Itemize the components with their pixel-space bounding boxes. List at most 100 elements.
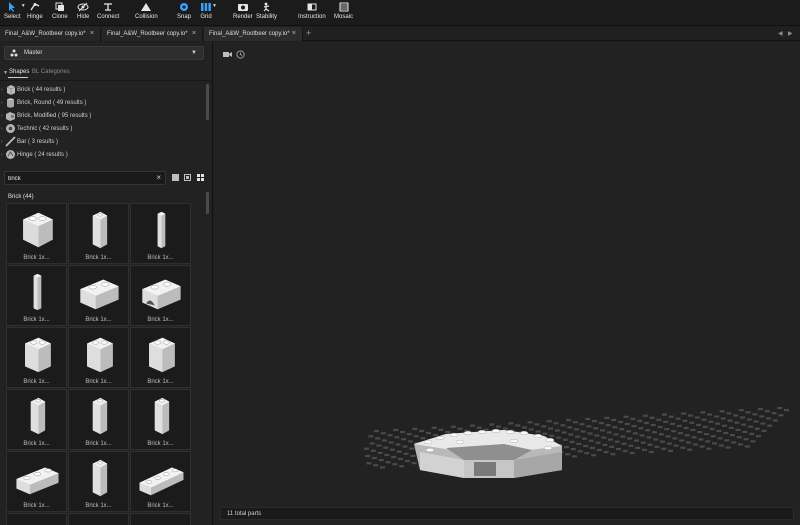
- close-icon[interactable]: ×: [90, 30, 94, 38]
- baseplate-stud: [777, 406, 783, 410]
- part-tile[interactable]: Brick 1x...: [130, 265, 191, 326]
- baseplate-stud: [718, 444, 724, 447]
- render-tool-button[interactable]: Render: [233, 2, 253, 24]
- part-tile-label: Brick 1x...: [147, 503, 174, 509]
- part-tile[interactable]: Brick 1x...: [6, 203, 67, 264]
- baseplate-stud: [740, 416, 745, 419]
- grid-view-icon[interactable]: [197, 174, 204, 181]
- tab-scroll-right-icon[interactable]: ▶: [788, 30, 793, 37]
- baseplate-stud: [587, 432, 593, 435]
- expand-arrow-icon[interactable]: ›: [1, 152, 3, 158]
- select-tool-button[interactable]: ▼ Select: [4, 2, 26, 24]
- baseplate-stud: [364, 447, 369, 450]
- baseplate-stud: [602, 443, 608, 446]
- baseplate-stud: [618, 420, 623, 424]
- expand-arrow-icon[interactable]: ›: [1, 113, 3, 119]
- part-tile[interactable]: [68, 513, 129, 525]
- palette-icon: [10, 49, 18, 57]
- baseplate-stud: [398, 457, 403, 461]
- tab-document-2[interactable]: Final_A&W_Rootbeer copy.io* ×: [102, 27, 203, 41]
- tab-shapes[interactable]: Shapes: [9, 69, 29, 75]
- baseplate-stud: [676, 424, 682, 428]
- part-tile[interactable]: [6, 513, 67, 525]
- category-item-brick-round[interactable]: › Brick, Round ( 49 results ): [0, 96, 205, 109]
- baseplate-stud: [707, 413, 713, 416]
- part-tile[interactable]: Brick 1x...: [6, 327, 67, 388]
- close-icon[interactable]: ×: [292, 30, 296, 38]
- build-viewport[interactable]: 11 total parts: [214, 42, 800, 525]
- part-tile[interactable]: Brick 1x...: [130, 389, 191, 450]
- part-tile[interactable]: Brick 1x...: [130, 327, 191, 388]
- mosaic-label: Mosaic: [334, 14, 354, 20]
- part-tile[interactable]: Brick 1x...: [68, 203, 129, 264]
- category-item-bar[interactable]: › Bar ( 3 results ): [0, 135, 205, 148]
- baseplate-stud: [432, 433, 438, 437]
- grid-tool-button[interactable]: ▼ Grid: [200, 2, 217, 24]
- part-tile[interactable]: [130, 513, 191, 525]
- parts-grid-scrollbar[interactable]: [206, 192, 209, 214]
- category-list-scrollbar[interactable]: [206, 84, 209, 120]
- expand-arrow-icon[interactable]: ›: [1, 139, 3, 145]
- part-tile[interactable]: Brick 1x...: [68, 327, 129, 388]
- tab-scroll-left-icon[interactable]: ◀: [778, 30, 783, 37]
- collapse-arrow-icon[interactable]: ▼: [3, 70, 8, 76]
- baseplate-stud: [661, 447, 667, 450]
- baseplate-stud: [678, 432, 683, 435]
- category-item-technic[interactable]: › Technic ( 42 results ): [0, 122, 205, 135]
- collision-tool-button[interactable]: Collision: [135, 2, 158, 24]
- baseplate-stud: [584, 452, 590, 455]
- baseplate-stud: [400, 431, 405, 434]
- close-icon[interactable]: ×: [192, 30, 196, 38]
- expand-arrow-icon[interactable]: ›: [1, 100, 3, 106]
- result-group-header[interactable]: Brick (44): [8, 194, 34, 200]
- baseplate-stud: [580, 430, 586, 433]
- palette-dropdown[interactable]: Master ▼: [4, 46, 204, 60]
- tab-document-3[interactable]: Final_A&W_Rootbeer copy.io* ×: [204, 27, 303, 41]
- expand-arrow-icon[interactable]: ›: [1, 87, 3, 93]
- part-thumbnail: [157, 211, 166, 249]
- baseplate-stud: [567, 426, 573, 429]
- clone-tool-button[interactable]: Clone: [52, 2, 68, 24]
- hinge-tool-button[interactable]: Hinge: [27, 2, 43, 24]
- part-tile-label: Brick 1x...: [23, 317, 50, 323]
- tab-document-1[interactable]: Final_A&W_Rootbeer copy.io* ×: [0, 27, 101, 41]
- baseplate-stud: [562, 438, 568, 441]
- category-item-brick-modified[interactable]: › Brick, Modified ( 95 results ): [0, 109, 205, 122]
- baseplate-stud: [772, 419, 778, 422]
- part-tile[interactable]: Brick 1x...: [68, 451, 129, 512]
- mosaic-tool-button[interactable]: Mosaic: [334, 2, 353, 24]
- part-tile[interactable]: Brick 1x...: [68, 389, 129, 450]
- list-view-icon[interactable]: [172, 174, 179, 181]
- large-icon-view-icon[interactable]: [184, 174, 191, 181]
- snap-icon: [180, 3, 188, 11]
- part-tile[interactable]: Brick 1x...: [6, 389, 67, 450]
- part-tile[interactable]: Brick 1x...: [130, 203, 191, 264]
- category-item-hinge[interactable]: › Hinge ( 24 results ): [0, 148, 205, 161]
- part-thumbnail: [92, 397, 108, 435]
- part-search-input[interactable]: [8, 174, 148, 183]
- tab-bl-categories[interactable]: BL Categories: [32, 69, 70, 75]
- stability-tool-button[interactable]: Stability: [256, 2, 277, 24]
- baseplate-stud: [668, 449, 673, 452]
- instruction-tool-button[interactable]: Instruction: [298, 2, 326, 24]
- connect-tool-button[interactable]: Connect: [97, 2, 119, 24]
- expand-arrow-icon[interactable]: ›: [1, 126, 3, 132]
- add-tab-icon[interactable]: +: [306, 28, 311, 38]
- model-stud: [423, 440, 433, 445]
- part-tile[interactable]: Brick 1x...: [68, 265, 129, 326]
- snap-tool-button[interactable]: Snap: [177, 2, 191, 24]
- hinge-label: Hinge: [27, 14, 43, 20]
- model-stud: [425, 448, 435, 453]
- part-tile[interactable]: Brick 1x...: [6, 265, 67, 326]
- baseplate-stud: [502, 427, 508, 430]
- main-toolbar: ▼ Select Hinge Clone Hide Connect Collis…: [0, 0, 800, 26]
- part-tile[interactable]: Brick 1x...: [6, 451, 67, 512]
- baseplate-stud: [688, 414, 693, 417]
- baseplate-stud: [720, 417, 726, 420]
- part-tile[interactable]: Brick 1x...: [130, 451, 191, 512]
- category-item-brick[interactable]: › Brick ( 44 results ): [0, 83, 205, 96]
- eye-slash-icon: [77, 2, 89, 12]
- clear-search-icon[interactable]: ×: [156, 173, 161, 183]
- hide-tool-button[interactable]: Hide: [77, 2, 89, 24]
- baseplate-stud: [743, 438, 749, 441]
